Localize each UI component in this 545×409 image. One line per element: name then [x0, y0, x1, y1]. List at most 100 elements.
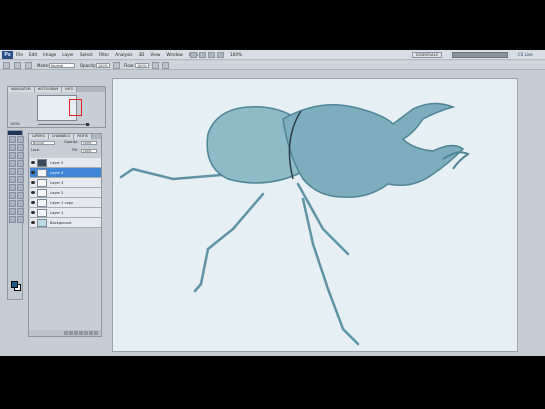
pressure-size-icon[interactable]: [162, 62, 169, 69]
tab-histogram[interactable]: HISTOGRAM: [34, 87, 63, 92]
menu-select[interactable]: Select: [80, 50, 93, 60]
menu-filter[interactable]: Filter: [99, 50, 109, 60]
blend-mode-select[interactable]: Normal: [31, 141, 55, 145]
dodge-tool-icon[interactable]: [17, 184, 24, 191]
layer-row[interactable]: Layer 4: [30, 168, 101, 178]
3d-rotate-tool-icon[interactable]: [9, 208, 16, 215]
layer-name[interactable]: Layer 1 copy: [50, 198, 73, 208]
zoom-tool-icon[interactable]: [17, 216, 24, 223]
brush-picker-icon[interactable]: [14, 62, 21, 69]
link-layers-icon[interactable]: [64, 331, 68, 335]
tab-layers[interactable]: LAYERS: [29, 134, 49, 139]
quick-select-tool-icon[interactable]: [17, 144, 24, 151]
layer-name[interactable]: Layer 1: [50, 208, 63, 218]
hand-tool-icon[interactable]: [208, 52, 215, 58]
cs-live-button[interactable]: CS Live: [518, 51, 533, 59]
menu-bar: Ps File Edit Image Layer Select Filter A…: [0, 50, 545, 60]
gradient-tool-icon[interactable]: [17, 176, 24, 183]
history-brush-tool-icon[interactable]: [17, 168, 24, 175]
airbrush-icon[interactable]: [152, 62, 159, 69]
bridge-icon[interactable]: [190, 52, 197, 58]
menu-layer[interactable]: Layer: [62, 50, 74, 60]
3d-orbit-tool-icon[interactable]: [17, 208, 24, 215]
menu-3d[interactable]: 3D: [139, 50, 145, 60]
toggle-brush-panel-icon[interactable]: [25, 62, 32, 69]
visibility-eye-icon[interactable]: [31, 221, 35, 224]
layer-row[interactable]: Background: [30, 218, 101, 228]
eyedropper-tool-icon[interactable]: [17, 152, 24, 159]
menu-window[interactable]: Window: [166, 50, 183, 60]
document-canvas[interactable]: [112, 78, 518, 352]
healing-brush-tool-icon[interactable]: [9, 160, 16, 167]
new-layer-icon[interactable]: [89, 331, 93, 335]
navigator-zoom-text[interactable]: 100%: [10, 122, 20, 126]
fill-field[interactable]: 100%: [81, 149, 97, 153]
new-group-icon[interactable]: [84, 331, 88, 335]
move-tool-icon[interactable]: [9, 136, 16, 143]
opacity-label: Opacity:: [80, 63, 97, 68]
pen-tool-icon[interactable]: [9, 192, 16, 199]
pressure-opacity-icon[interactable]: [113, 62, 120, 69]
layer-style-icon[interactable]: [69, 331, 73, 335]
slider-handle[interactable]: [86, 123, 89, 126]
flow-label: Flow:: [124, 63, 135, 68]
layer-mask-icon[interactable]: [74, 331, 78, 335]
shape-tool-icon[interactable]: [17, 200, 24, 207]
visibility-eye-icon[interactable]: [31, 211, 35, 214]
brush-preset-icon[interactable]: [3, 62, 10, 69]
layer-name[interactable]: Layer 4: [50, 168, 63, 178]
menu-file[interactable]: File: [16, 50, 23, 60]
visibility-eye-icon[interactable]: [31, 171, 35, 174]
eraser-tool-icon[interactable]: [9, 176, 16, 183]
search-input[interactable]: [452, 52, 508, 58]
zoom-level[interactable]: 100%: [230, 50, 242, 60]
layer-row[interactable]: Layer 5: [30, 158, 101, 168]
mode-select[interactable]: Normal: [49, 63, 75, 68]
workspace-switcher[interactable]: ESSENTIALS: [412, 52, 442, 58]
visibility-eye-icon[interactable]: [31, 191, 35, 194]
opacity-field[interactable]: 100%: [96, 63, 110, 68]
hand-tool-icon[interactable]: [9, 216, 16, 223]
video-letterbox-top: [0, 0, 545, 50]
layer-row[interactable]: Layer 3: [30, 178, 101, 188]
visibility-eye-icon[interactable]: [31, 201, 35, 204]
layer-row[interactable]: Layer 1 copy: [30, 198, 101, 208]
navigator-preview[interactable]: [37, 95, 82, 121]
flow-field[interactable]: 100%: [135, 63, 149, 68]
visibility-eye-icon[interactable]: [31, 161, 35, 164]
layer-name[interactable]: Layer 5: [50, 158, 63, 168]
type-tool-icon[interactable]: [17, 192, 24, 199]
foreground-color-swatch[interactable]: [11, 281, 18, 288]
visibility-eye-icon[interactable]: [31, 181, 35, 184]
adjustment-layer-icon[interactable]: [79, 331, 83, 335]
tab-info[interactable]: INFO: [62, 87, 78, 92]
minibridge-icon[interactable]: [199, 52, 206, 58]
layer-name[interactable]: Layer 2: [50, 188, 63, 198]
layer-thumbnail: [37, 179, 47, 187]
brush-tool-icon[interactable]: [17, 160, 24, 167]
tab-channels[interactable]: CHANNELS: [48, 134, 75, 139]
clone-stamp-tool-icon[interactable]: [9, 168, 16, 175]
crop-tool-icon[interactable]: [9, 152, 16, 159]
layer-name[interactable]: Layer 3: [50, 178, 63, 188]
menu-analysis[interactable]: Analysis: [115, 50, 132, 60]
layer-opacity-field[interactable]: 100%: [81, 141, 97, 145]
blur-tool-icon[interactable]: [9, 184, 16, 191]
layer-row[interactable]: Layer 2: [30, 188, 101, 198]
path-select-tool-icon[interactable]: [9, 200, 16, 207]
layer-name[interactable]: Background: [50, 218, 71, 228]
beetle-image: [119, 102, 470, 346]
layer-row[interactable]: Layer 1: [30, 208, 101, 218]
menu-image[interactable]: Image: [43, 50, 56, 60]
trash-icon[interactable]: [94, 331, 98, 335]
options-bar: Mode: Normal Opacity: 100% Flow: 100%: [0, 61, 545, 70]
tab-navigator[interactable]: NAVIGATOR: [8, 87, 35, 92]
tab-paths[interactable]: PATHS: [74, 134, 92, 139]
lasso-tool-icon[interactable]: [9, 144, 16, 151]
navigator-view-frame[interactable]: [69, 99, 82, 116]
menu-view[interactable]: View: [150, 50, 160, 60]
zoom-tool-icon[interactable]: [217, 52, 224, 58]
menu-edit[interactable]: Edit: [29, 50, 37, 60]
navigator-zoom-slider[interactable]: [38, 123, 90, 126]
marquee-tool-icon[interactable]: [17, 136, 24, 143]
